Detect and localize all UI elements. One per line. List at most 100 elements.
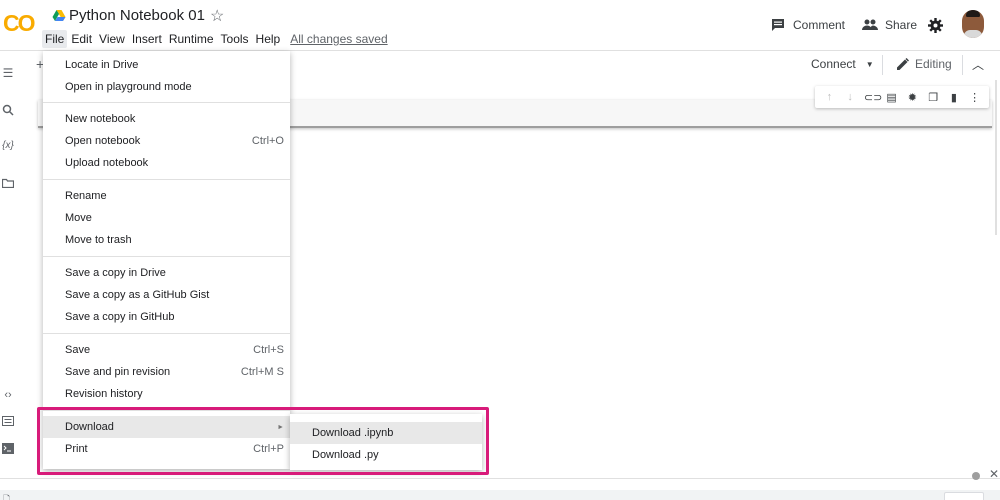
menu-insert[interactable]: Insert (129, 30, 165, 48)
menu-item-save-copy-drive[interactable]: Save a copy in Drive (43, 262, 290, 284)
menu-item-label: Move to trash (65, 234, 132, 246)
avatar[interactable] (962, 10, 984, 38)
file-menu: Locate in Drive Open in playground mode … (43, 51, 290, 469)
comment-label: Comment (793, 18, 846, 32)
menu-item-label: Rename (65, 190, 107, 202)
menu-item-print[interactable]: Print Ctrl+P (43, 438, 290, 460)
download-ipynb-item[interactable]: Download .ipynb (290, 422, 482, 444)
menu-item-label: Upload notebook (65, 157, 149, 169)
bottom-bar (0, 490, 1000, 500)
menu-item-locate-in-drive[interactable]: Locate in Drive (43, 54, 290, 76)
menu-divider (43, 256, 290, 257)
scrollbar[interactable] (995, 80, 997, 235)
menu-edit[interactable]: Edit (68, 30, 95, 48)
colab-window: CO Python Notebook 01 ☆ File Edit View I… (0, 0, 1000, 500)
menu-item-label: Save a copy in Drive (65, 267, 166, 279)
cell-toolbar: ↑ ↓ ⊂⊃ ▤ ✹ ❐ ▮ ⋮ (815, 86, 989, 108)
status-divider (0, 478, 1000, 479)
share-button[interactable]: Share (862, 13, 917, 37)
settings-button[interactable] (928, 13, 943, 37)
editing-label: Editing (915, 57, 952, 71)
menu-item-save[interactable]: Save Ctrl+S (43, 339, 290, 361)
search-icon[interactable] (0, 104, 16, 120)
menu-file[interactable]: File (42, 30, 68, 48)
menu-bar: File Edit View Insert Runtime Tools Help… (42, 29, 388, 49)
close-icon[interactable]: ✕ (989, 467, 999, 481)
code-snippets-icon[interactable]: ‹› (0, 389, 16, 405)
menu-item-shortcut: Ctrl+M S (240, 366, 284, 378)
delete-icon[interactable]: ▮ (947, 91, 961, 104)
bottom-button[interactable] (944, 492, 984, 500)
share-label: Share (885, 18, 918, 32)
terminal-icon[interactable] (0, 443, 16, 459)
menu-item-save-copy-gist[interactable]: Save a copy as a GitHub Gist (43, 284, 290, 306)
menu-divider (43, 333, 290, 334)
toolbar-separator (962, 55, 963, 75)
menu-item-save-pin-revision[interactable]: Save and pin revision Ctrl+M S (43, 361, 290, 383)
menu-help[interactable]: Help (253, 30, 284, 48)
collapse-header-icon[interactable]: ︿ (972, 56, 984, 73)
menu-item-label: New notebook (65, 113, 136, 125)
menu-item-open-notebook[interactable]: Open notebook Ctrl+O (43, 130, 290, 152)
menu-item-upload-notebook[interactable]: Upload notebook (43, 152, 290, 174)
colab-logo[interactable]: CO (3, 10, 35, 37)
menu-item-label: Print (65, 443, 88, 455)
menu-tools[interactable]: Tools (218, 30, 252, 48)
comment-button[interactable]: Comment (771, 13, 845, 37)
submenu-arrow-icon: ► (277, 423, 284, 431)
mirror-cell-icon[interactable]: ❐ (926, 91, 940, 104)
move-down-icon[interactable]: ↓ (843, 91, 857, 103)
google-drive-icon (52, 10, 66, 21)
menu-divider (43, 102, 290, 103)
menu-item-download[interactable]: Download ► (43, 416, 290, 438)
menu-item-shortcut: Ctrl+S (253, 344, 284, 356)
menu-item-label: Save a copy as a GitHub Gist (65, 289, 210, 301)
download-py-item[interactable]: Download .py (290, 444, 482, 466)
menu-item-label: Save a copy in GitHub (65, 311, 175, 323)
saved-status-link[interactable]: All changes saved (290, 32, 387, 46)
connect-label: Connect (811, 57, 856, 71)
gear-icon (928, 17, 943, 33)
document-icon: 🗋 (3, 494, 11, 500)
comment-icon (772, 19, 784, 31)
menu-item-revision-history[interactable]: Revision history (43, 383, 290, 405)
move-up-icon[interactable]: ↑ (822, 91, 836, 103)
menu-item-shortcut: Ctrl+O (251, 135, 284, 147)
menu-item-label: Save and pin revision (65, 366, 171, 378)
notebook-title[interactable]: Python Notebook 01 (69, 7, 205, 24)
people-icon (862, 19, 878, 30)
toolbar-separator (882, 55, 883, 75)
menu-item-label: Locate in Drive (65, 59, 139, 71)
folder-icon[interactable] (0, 177, 16, 193)
chevron-down-icon: ▼ (865, 59, 874, 69)
menu-view[interactable]: View (96, 30, 128, 48)
menu-item-new-notebook[interactable]: New notebook (43, 108, 290, 130)
menu-item-move-to-trash[interactable]: Move to trash (43, 229, 290, 251)
star-icon[interactable]: ☆ (210, 6, 224, 26)
menu-item-rename[interactable]: Rename (43, 185, 290, 207)
cell-settings-icon[interactable]: ✹ (905, 91, 919, 104)
menu-divider (43, 179, 290, 180)
menu-item-label: Open in playground mode (65, 81, 192, 93)
command-palette-icon[interactable] (0, 415, 16, 431)
menu-item-label: Revision history (65, 388, 143, 400)
menu-item-save-copy-github[interactable]: Save a copy in GitHub (43, 306, 290, 328)
menu-runtime[interactable]: Runtime (166, 30, 217, 48)
menu-item-open-playground[interactable]: Open in playground mode (43, 76, 290, 98)
variables-icon[interactable]: {x} (0, 140, 16, 156)
more-icon[interactable]: ⋮ (968, 91, 982, 104)
comment-cell-icon[interactable]: ▤ (885, 91, 899, 104)
menu-item-label: Save (65, 344, 91, 356)
download-submenu: Download .ipynb Download .py (290, 414, 482, 470)
menu-item-shortcut: Ctrl+P (253, 443, 284, 455)
table-of-contents-icon[interactable]: ☰ (0, 66, 16, 82)
menu-item-move[interactable]: Move (43, 207, 290, 229)
menu-item-label: Download (65, 421, 114, 433)
status-dot-icon (972, 472, 980, 480)
editing-mode-button[interactable]: Editing (897, 57, 952, 71)
pencil-icon (897, 58, 909, 70)
connect-button[interactable]: Connect ▼ (811, 57, 874, 71)
link-icon[interactable]: ⊂⊃ (864, 91, 882, 104)
menu-item-label: Move (65, 212, 92, 224)
menu-divider (43, 410, 290, 411)
